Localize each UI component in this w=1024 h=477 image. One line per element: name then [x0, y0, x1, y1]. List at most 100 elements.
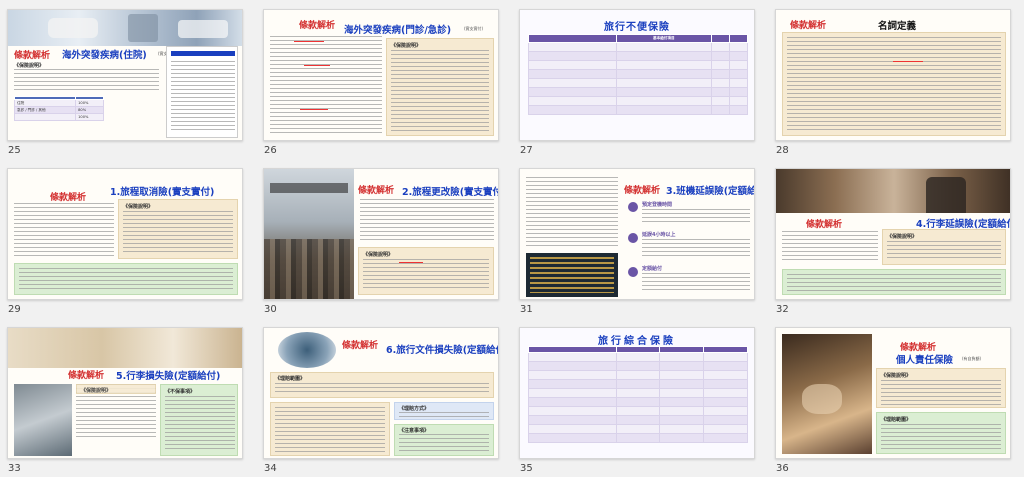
table-cell	[659, 397, 705, 407]
table-cell	[13, 113, 77, 121]
table-cell	[703, 406, 748, 416]
slide-tag: 條款解析	[14, 51, 51, 61]
table-cell	[711, 105, 731, 115]
slide-thumbnail-36[interactable]: 條款解析 個人責任保險 (有自負額) 《保險說明》 《理賠範圍》	[775, 327, 1011, 459]
body-text	[165, 396, 235, 452]
table-cell	[711, 42, 731, 52]
slide-title: 個人責任保險	[896, 355, 954, 366]
table-cell	[528, 96, 617, 106]
body-text	[642, 273, 750, 291]
slide-title: 旅行不便保險	[604, 22, 670, 33]
slide-thumbnail-32[interactable]: 條款解析 4.行李延誤險(定額給付) 《保險說明》	[775, 168, 1011, 300]
coverage-table	[528, 346, 748, 443]
table-cell	[659, 370, 705, 380]
document-image	[166, 46, 238, 138]
table-cell	[615, 361, 661, 371]
slide-thumbnail-34[interactable]: 條款解析 6.旅行文件損失險(定額給付) 《理賠範圍》 《理賠方式》 《注意事項…	[263, 327, 499, 459]
body-text	[887, 241, 1001, 261]
body-text	[787, 274, 1001, 292]
flight-board-photo	[526, 253, 618, 297]
explanation-box: 《保險說明》	[876, 368, 1006, 408]
slide-tag: 條款解析	[790, 21, 827, 31]
table-cell	[659, 415, 705, 425]
money-icon	[628, 267, 638, 277]
table-cell	[528, 69, 617, 79]
table-cell	[528, 78, 617, 88]
body-text	[270, 36, 382, 134]
section-heading: 《理賠方式》	[399, 406, 430, 412]
body-text	[642, 209, 750, 223]
body-text	[363, 259, 489, 291]
table-cell	[615, 105, 713, 115]
slide-number: 25	[8, 145, 21, 156]
table-cell	[615, 60, 713, 70]
slide-thumbnail-30[interactable]: 條款解析 2.旅程更改險(實支實付) 《保險說明》	[263, 168, 499, 300]
table-cell	[659, 379, 705, 389]
body-text	[275, 407, 385, 453]
slide-title: 名詞定義	[878, 21, 917, 32]
coverage-table: 基本給付項目	[528, 34, 748, 115]
slide-tag: 條款解析	[68, 371, 105, 381]
slide-tag: 條款解析	[358, 186, 395, 196]
table-cell	[729, 87, 748, 97]
table-cell	[528, 42, 617, 52]
slide-thumbnail-33[interactable]: 條款解析 5.行李損失險(定額給付) 《不保事項》 《保險說明》	[7, 327, 243, 459]
body-text	[275, 383, 489, 395]
table-cell	[711, 51, 731, 61]
section-heading: 《不保事項》	[165, 389, 196, 395]
slide-thumbnail-26[interactable]: 條款解析 海外突發疾病(門診/急診) (實支實付) 《保險說明》	[263, 9, 499, 141]
slide-thumbnail-25[interactable]: 條款解析 海外突發疾病(住院) (實支實付) 《保險說明》 住院100% 急診 …	[7, 9, 243, 141]
table-cell	[528, 415, 617, 425]
slide-thumbnail-27[interactable]: 旅行不便保險 基本給付項目	[519, 9, 755, 141]
explanation-box: 《保險說明》	[386, 38, 494, 136]
slide-number: 31	[520, 304, 533, 315]
slide-thumbnail-31[interactable]: 條款解析 3.班機延誤險(定額給付) 預定登機時間 延誤4小時以上 定額給付	[519, 168, 755, 300]
slide-cell-35: 旅行綜合保險 35	[512, 318, 768, 477]
table-header-cell: 基本給付項目	[615, 34, 713, 43]
slide-cell-31: 條款解析 3.班機延誤險(定額給付) 預定登機時間 延誤4小時以上 定額給付 3…	[512, 159, 768, 318]
airport-crowd-photo	[264, 169, 354, 299]
hospital-photo	[8, 10, 242, 46]
slide-tag: 條款解析	[624, 186, 661, 196]
slide-number: 29	[8, 304, 21, 315]
slide-thumbnail-35[interactable]: 旅行綜合保險	[519, 327, 755, 459]
table-cell	[528, 397, 617, 407]
slide-title: 3.班機延誤險(定額給付)	[666, 186, 755, 197]
slide-tag: 條款解析	[50, 193, 87, 203]
table-cell	[615, 370, 661, 380]
table-cell	[615, 433, 661, 443]
slide-thumbnail-28[interactable]: 條款解析 名詞定義	[775, 9, 1011, 141]
slide-cell-25: 條款解析 海外突發疾病(住院) (實支實付) 《保險說明》 住院100% 急診 …	[0, 0, 256, 159]
claim-method-box: 《理賠方式》	[394, 402, 494, 420]
highlight-mark	[399, 262, 423, 263]
table-cell	[711, 78, 731, 88]
slide-cell-27: 旅行不便保險 基本給付項目 27	[512, 0, 768, 159]
table-cell	[703, 379, 748, 389]
body-text	[787, 37, 1001, 133]
section-heading: 《保險說明》	[887, 234, 918, 240]
table-cell	[729, 51, 748, 61]
slide-thumbnail-29[interactable]: 條款解析 1.旅程取消險(實支實付) 《保險說明》	[7, 168, 243, 300]
table-cell	[615, 78, 713, 88]
explanation-box: 《保險說明》	[882, 229, 1006, 265]
table-cell	[729, 78, 748, 88]
delay-icon	[628, 233, 638, 243]
table-cell	[615, 397, 661, 407]
attention-box: 《注意事項》	[394, 424, 494, 456]
slide-number: 34	[264, 463, 277, 474]
slide-tag: 條款解析	[299, 21, 336, 31]
table-cell	[615, 96, 713, 106]
slide-cell-36: 條款解析 個人責任保險 (有自負額) 《保險說明》 《理賠範圍》 36	[768, 318, 1024, 477]
table-cell	[659, 406, 705, 416]
slide-number: 33	[8, 463, 21, 474]
slide-number: 35	[520, 463, 533, 474]
explanation-box: 《保險說明》	[118, 199, 238, 259]
slide-title: 6.旅行文件損失險(定額給付)	[386, 345, 499, 356]
slide-cell-33: 條款解析 5.行李損失險(定額給付) 《不保事項》 《保險說明》 33	[0, 318, 256, 477]
body-text	[123, 211, 233, 255]
table-cell	[615, 51, 713, 61]
table-cell	[659, 433, 705, 443]
slide-tag: 條款解析	[806, 220, 843, 230]
table-cell	[615, 388, 661, 398]
body-text	[360, 199, 494, 241]
